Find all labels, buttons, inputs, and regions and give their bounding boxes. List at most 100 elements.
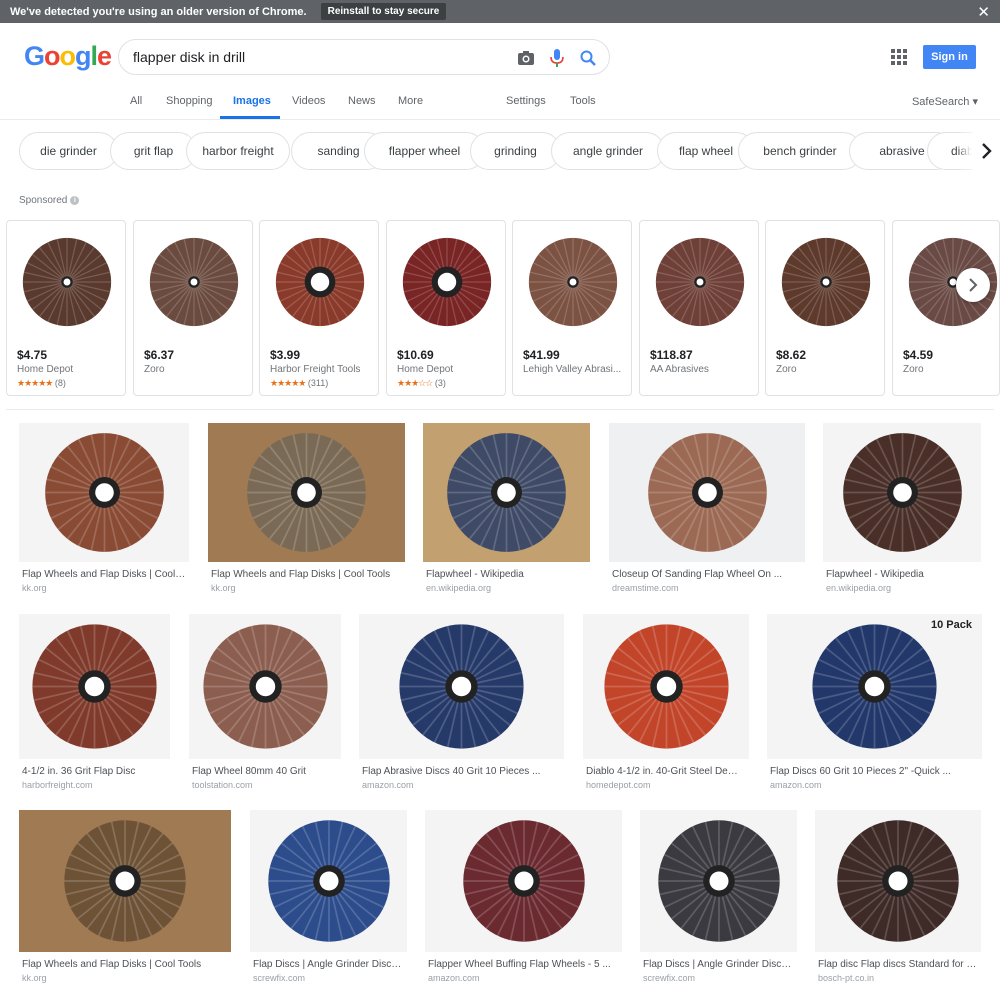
result-title[interactable]: Flapwheel - Wikipedia xyxy=(826,569,978,580)
result-title[interactable]: Flap Wheels and Flap Disks | Cool T... xyxy=(22,569,186,580)
image-result[interactable]: Flap Discs | Angle Grinder Discs ... scr… xyxy=(640,810,797,983)
google-logo[interactable]: Google xyxy=(24,41,112,72)
result-title[interactable]: Flapper Wheel Buffing Flap Wheels - 5 ..… xyxy=(428,959,619,970)
product-image[interactable] xyxy=(13,227,121,337)
tab-more[interactable]: More xyxy=(398,95,423,107)
product-image[interactable] xyxy=(266,227,374,337)
sponsored-product-card[interactable]: $118.87 AA Abrasives xyxy=(639,220,759,396)
header-divider xyxy=(0,119,1000,120)
related-search-chip[interactable]: bench grinder xyxy=(738,132,862,170)
result-domain: amazon.com xyxy=(770,780,822,790)
product-image[interactable] xyxy=(772,227,880,337)
result-thumbnail[interactable] xyxy=(823,423,981,562)
tab-news[interactable]: News xyxy=(348,95,376,107)
tab-all[interactable]: All xyxy=(130,95,142,107)
image-result[interactable]: Flap disc Flap discs Standard for M... b… xyxy=(815,810,981,983)
tab-videos[interactable]: Videos xyxy=(292,95,325,107)
product-store: Home Depot xyxy=(17,364,74,375)
tab-images[interactable]: Images xyxy=(233,95,271,107)
result-title[interactable]: Flap Abrasive Discs 40 Grit 10 Pieces ..… xyxy=(362,766,561,777)
product-store: Zoro xyxy=(776,364,797,375)
result-title[interactable]: Flap Wheel 80mm 40 Grit xyxy=(192,766,338,777)
search-input[interactable] xyxy=(133,49,493,65)
result-domain: amazon.com xyxy=(362,780,414,790)
tab-tools[interactable]: Tools xyxy=(570,95,596,107)
related-search-chip[interactable]: die grinder xyxy=(19,132,118,170)
camera-icon[interactable] xyxy=(516,48,536,68)
image-result[interactable]: Flap Abrasive Discs 40 Grit 10 Pieces ..… xyxy=(359,614,564,790)
related-search-chip[interactable]: flapper wheel xyxy=(364,132,485,170)
result-title[interactable]: 4-1/2 in. 36 Grit Flap Disc xyxy=(22,766,167,777)
result-thumbnail[interactable] xyxy=(19,810,231,952)
image-result[interactable]: Flap Wheels and Flap Disks | Cool Tools … xyxy=(19,810,231,983)
related-search-chip[interactable]: harbor freight xyxy=(186,132,290,170)
result-title[interactable]: Flap disc Flap discs Standard for M... xyxy=(818,959,978,970)
related-search-chip[interactable]: grinding xyxy=(470,132,561,170)
sponsored-label: Sponsored i xyxy=(19,195,80,206)
result-thumbnail[interactable] xyxy=(583,614,749,759)
result-title[interactable]: Flap Discs | Angle Grinder Discs ... xyxy=(643,959,794,970)
sign-in-button[interactable]: Sign in xyxy=(923,45,976,69)
microphone-icon[interactable] xyxy=(547,48,567,68)
result-thumbnail[interactable] xyxy=(815,810,981,952)
search-icon[interactable] xyxy=(578,48,598,68)
result-thumbnail[interactable] xyxy=(250,810,407,952)
safesearch-dropdown[interactable]: SafeSearch ▾ xyxy=(912,95,978,108)
image-result[interactable]: Flapper Wheel Buffing Flap Wheels - 5 ..… xyxy=(425,810,622,983)
image-result[interactable]: Flapwheel - Wikipedia en.wikipedia.org xyxy=(823,423,981,593)
image-result[interactable]: Diablo 4-1/2 in. 40-Grit Steel Demo... h… xyxy=(583,614,749,790)
sponsored-product-card[interactable]: $10.69 Home Depot ★★★☆☆ (3) xyxy=(386,220,506,396)
apps-grid-icon[interactable] xyxy=(891,49,907,65)
sponsored-product-card[interactable]: $4.59 Zoro xyxy=(892,220,1000,396)
product-rating: ★★★★★ (8) xyxy=(17,378,66,388)
result-thumbnail[interactable] xyxy=(423,423,590,562)
image-result[interactable]: Flap Wheels and Flap Disks | Cool T... k… xyxy=(19,423,189,593)
chevron-right-icon[interactable] xyxy=(956,268,990,302)
result-thumbnail[interactable] xyxy=(208,423,405,562)
product-image[interactable] xyxy=(519,227,627,337)
result-title[interactable]: Flap Wheels and Flap Disks | Cool Tools xyxy=(22,959,228,970)
related-search-chip[interactable]: grit flap xyxy=(110,132,197,170)
caret-down-icon: ▾ xyxy=(969,96,978,108)
info-icon[interactable]: i xyxy=(70,196,80,205)
sponsored-product-card[interactable]: $41.99 Lehigh Valley Abrasi... xyxy=(512,220,632,396)
result-thumbnail[interactable] xyxy=(19,614,170,759)
result-title[interactable]: Closeup Of Sanding Flap Wheel On ... xyxy=(612,569,802,580)
result-thumbnail[interactable] xyxy=(640,810,797,952)
product-store: Harbor Freight Tools xyxy=(270,364,361,375)
result-title[interactable]: Diablo 4-1/2 in. 40-Grit Steel Demo... xyxy=(586,766,746,777)
close-icon[interactable]: ✕ xyxy=(977,3,990,21)
sponsored-product-card[interactable]: $8.62 Zoro xyxy=(765,220,885,396)
reinstall-button[interactable]: Reinstall to stay secure xyxy=(320,3,447,20)
image-result[interactable]: Flap Discs | Angle Grinder Discs ... scr… xyxy=(250,810,407,983)
result-domain: amazon.com xyxy=(428,973,480,983)
sponsored-product-card[interactable]: $6.37 Zoro xyxy=(133,220,253,396)
image-result[interactable]: 4-1/2 in. 36 Grit Flap Disc harborfreigh… xyxy=(19,614,170,790)
result-thumbnail[interactable] xyxy=(425,810,622,952)
image-result[interactable]: Flapwheel - Wikipedia en.wikipedia.org xyxy=(423,423,590,593)
product-image[interactable] xyxy=(140,227,248,337)
result-title[interactable]: Flap Discs | Angle Grinder Discs ... xyxy=(253,959,404,970)
image-result[interactable]: 10 Pack Flap Discs 60 Grit 10 Pieces 2" … xyxy=(767,614,982,790)
chevron-right-icon[interactable] xyxy=(972,132,1000,170)
result-thumbnail[interactable] xyxy=(19,423,189,562)
result-title[interactable]: Flapwheel - Wikipedia xyxy=(426,569,587,580)
product-image[interactable] xyxy=(393,227,501,337)
tab-shopping[interactable]: Shopping xyxy=(166,95,213,107)
result-title[interactable]: Flap Wheels and Flap Disks | Cool Tools xyxy=(211,569,402,580)
result-title[interactable]: Flap Discs 60 Grit 10 Pieces 2" -Quick .… xyxy=(770,766,979,777)
image-result[interactable]: Closeup Of Sanding Flap Wheel On ... dre… xyxy=(609,423,805,593)
result-thumbnail[interactable] xyxy=(359,614,564,759)
image-result[interactable]: Flap Wheel 80mm 40 Grit toolstation.com xyxy=(189,614,341,790)
result-thumbnail[interactable]: 10 Pack xyxy=(767,614,982,759)
sponsored-product-card[interactable]: $3.99 Harbor Freight Tools ★★★★★ (311) xyxy=(259,220,379,396)
related-search-chip[interactable]: angle grinder xyxy=(551,132,665,170)
image-result[interactable]: Flap Wheels and Flap Disks | Cool Tools … xyxy=(208,423,405,593)
tab-settings[interactable]: Settings xyxy=(506,95,546,107)
pack-label: 10 Pack xyxy=(931,619,972,631)
sponsored-product-card[interactable]: $4.75 Home Depot ★★★★★ (8) xyxy=(6,220,126,396)
result-thumbnail[interactable] xyxy=(609,423,805,562)
product-store: AA Abrasives xyxy=(650,364,709,375)
result-thumbnail[interactable] xyxy=(189,614,341,759)
product-image[interactable] xyxy=(646,227,754,337)
